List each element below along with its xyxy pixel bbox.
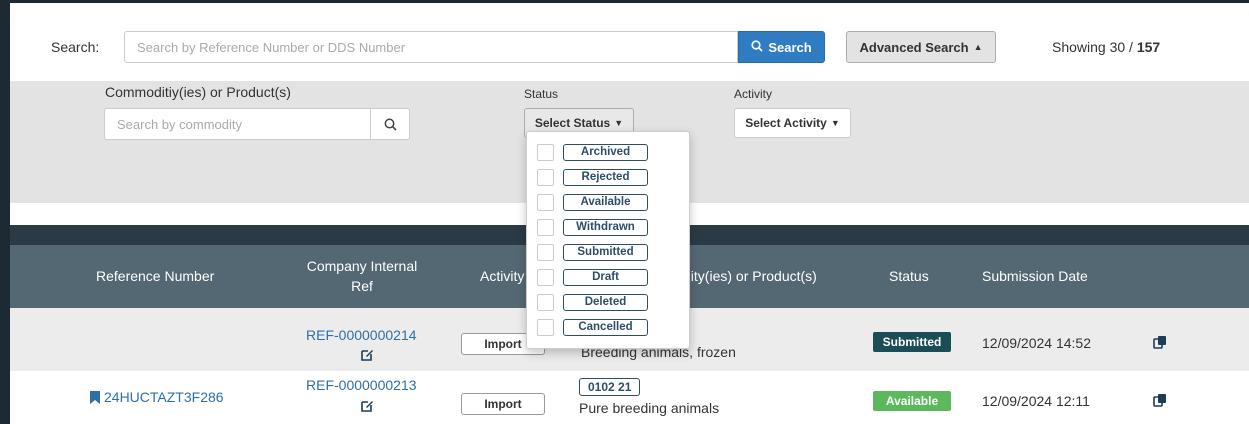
results-count: Showing 30 / 157 <box>1052 39 1160 55</box>
commodity-code-badge: 0102 21 <box>579 378 641 396</box>
checkbox[interactable] <box>537 268 554 286</box>
search-label: Search: <box>51 39 100 55</box>
checkbox[interactable] <box>537 293 554 311</box>
caret-down-icon: ▼ <box>830 118 840 128</box>
checkbox[interactable] <box>537 193 554 211</box>
status-option-deleted[interactable]: Deleted <box>537 292 648 312</box>
status-option-rejected[interactable]: Rejected <box>537 167 648 187</box>
checkbox[interactable] <box>537 218 554 236</box>
status-option-label: Draft <box>563 268 648 286</box>
status-dropdown-menu: Archived Rejected Available Withdrawn Su… <box>526 131 690 349</box>
status-option-label: Cancelled <box>563 318 648 336</box>
commodity-search-button[interactable] <box>370 108 410 140</box>
page: Search: Search Advanced Search ▲ Showing… <box>10 3 1249 424</box>
submission-date: 12/09/2024 12:11 <box>982 393 1090 409</box>
caret-up-icon: ▲ <box>973 42 983 52</box>
reference-number-link[interactable]: 24HUCTAZT3F286 <box>90 389 224 405</box>
copy-icon[interactable] <box>1153 393 1167 407</box>
header-reference-number[interactable]: Reference Number <box>96 266 214 286</box>
header-internal-ref[interactable]: Company Internal Ref <box>300 256 424 296</box>
header-activity[interactable]: Activity <box>480 266 524 286</box>
status-filter-label: Status <box>524 87 559 101</box>
search-input[interactable] <box>124 31 738 63</box>
checkbox[interactable] <box>537 143 554 161</box>
search-icon <box>384 118 397 131</box>
commodity-search-input[interactable] <box>104 108 370 140</box>
edit-icon[interactable] <box>361 348 374 361</box>
caret-down-icon: ▼ <box>614 118 624 128</box>
search-button[interactable]: Search <box>738 31 825 63</box>
checkbox[interactable] <box>537 168 554 186</box>
window-frame-left <box>0 0 10 424</box>
table-row: 24HUCTAZT3F286 REF-0000000213 Import 010… <box>10 371 1249 424</box>
results-count-total: 157 <box>1136 39 1161 55</box>
commodity-name: Pure breeding animals <box>579 400 720 416</box>
header-status[interactable]: Status <box>889 266 929 286</box>
search-icon <box>751 39 763 55</box>
status-option-label: Archived <box>563 143 648 161</box>
checkbox[interactable] <box>537 243 554 261</box>
advanced-search-button[interactable]: Advanced Search ▲ <box>846 31 996 63</box>
header-internal-ref-line2: Ref <box>351 278 373 294</box>
checkbox[interactable] <box>537 318 554 336</box>
status-option-submitted[interactable]: Submitted <box>537 242 648 262</box>
status-option-cancelled[interactable]: Cancelled <box>537 317 648 337</box>
submission-date: 12/09/2024 14:52 <box>982 335 1091 351</box>
edit-icon[interactable] <box>361 399 374 412</box>
commodity-filter-label: Commoditiy(ies) or Product(s) <box>105 84 291 100</box>
status-option-label: Withdrawn <box>563 218 648 236</box>
bookmark-icon <box>90 390 100 404</box>
search-button-label: Search <box>768 39 812 55</box>
header-submission-date[interactable]: Submission Date <box>982 266 1088 286</box>
status-option-label: Rejected <box>563 168 648 186</box>
header-internal-ref-line1: Company Internal <box>306 258 418 274</box>
status-option-label: Deleted <box>563 293 648 311</box>
status-option-available[interactable]: Available <box>537 192 648 212</box>
status-option-label: Available <box>563 193 648 211</box>
activity-badge: Import <box>461 393 545 415</box>
select-activity-button[interactable]: Select Activity ▼ <box>734 108 851 138</box>
results-count-prefix: Showing 30 / <box>1052 39 1137 55</box>
status-option-withdrawn[interactable]: Withdrawn <box>537 217 648 237</box>
reference-number-text: 24HUCTAZT3F286 <box>104 389 224 405</box>
copy-icon[interactable] <box>1153 335 1167 349</box>
internal-ref-link[interactable]: REF-0000000214 <box>306 327 417 343</box>
status-badge: Available <box>873 391 951 411</box>
activity-filter-label: Activity <box>734 87 773 101</box>
internal-ref-link[interactable]: REF-0000000213 <box>306 377 417 393</box>
status-option-label: Submitted <box>563 243 648 261</box>
advanced-search-label: Advanced Search <box>859 39 969 55</box>
status-option-archived[interactable]: Archived <box>537 142 648 162</box>
status-badge: Submitted <box>873 332 951 352</box>
select-status-label: Select Status <box>534 116 611 130</box>
status-option-draft[interactable]: Draft <box>537 267 648 287</box>
select-activity-label: Select Activity <box>745 116 827 130</box>
